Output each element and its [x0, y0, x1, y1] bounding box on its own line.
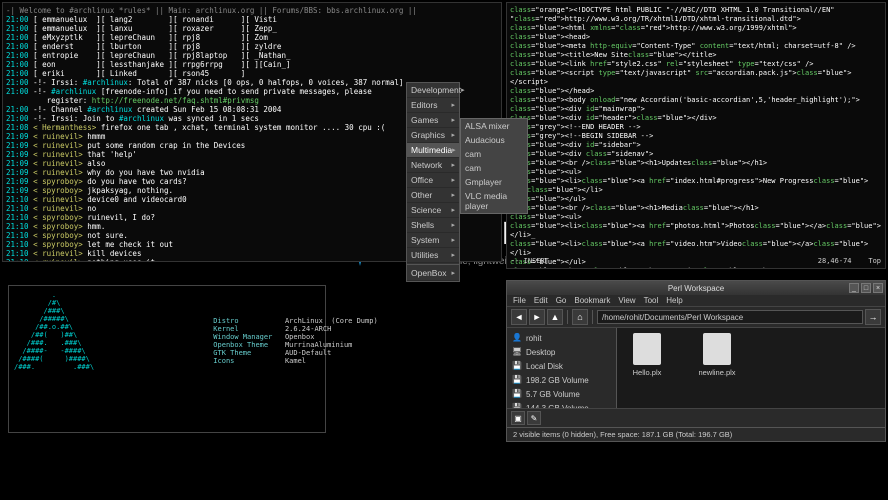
submenu-cam[interactable]: cam — [461, 147, 527, 161]
menu-system[interactable]: System▸ — [407, 233, 459, 248]
fm-menu-bookmark[interactable]: Bookmark — [574, 296, 610, 305]
fm-sidebar: 👤rohit🖥Desktop💾Local Disk💾198.2 GB Volum… — [507, 328, 617, 408]
menu-science[interactable]: Science▸ — [407, 203, 459, 218]
submenu-gmplayer[interactable]: Gmplayer — [461, 175, 527, 189]
fm-menu-tool[interactable]: Tool — [644, 296, 659, 305]
menu-graphics[interactable]: Graphics▸ — [407, 128, 459, 143]
terminal-icon[interactable]: ▣ — [511, 411, 525, 425]
file-Hello-plx[interactable]: Hello.plx — [622, 333, 672, 377]
menu-shells[interactable]: Shells▸ — [407, 218, 459, 233]
menu-utilities[interactable]: Utilities▸ — [407, 248, 459, 263]
home-button[interactable]: ⌂ — [572, 309, 588, 325]
menu-development[interactable]: Development▸ — [407, 83, 459, 98]
submenu-audacious[interactable]: Audacious — [461, 133, 527, 147]
file-manager-window: Perl Workspace _ □ × File Edit Go Bookmark V… — [506, 280, 886, 442]
menu-openbox[interactable]: OpenBox▸ — [407, 266, 459, 281]
back-button[interactable]: ◄ — [511, 309, 527, 325]
fm-title-text: Perl Workspace — [668, 284, 724, 293]
fm-menubar: File Edit Go Bookmark View Tool Help — [507, 295, 885, 307]
fm-menu-view[interactable]: View — [618, 296, 635, 305]
forward-button[interactable]: ► — [529, 309, 545, 325]
sidebar-rohit[interactable]: 👤rohit — [510, 331, 613, 345]
sidebar-5-7-gb-volume[interactable]: 💾5.7 GB Volume — [510, 387, 613, 401]
context-menu: Development▸Editors▸Games▸Graphics▸Multi… — [406, 82, 460, 282]
editor-icon[interactable]: ✎ — [527, 411, 541, 425]
menu-editors[interactable]: Editors▸ — [407, 98, 459, 113]
submenu-vlc-media-player[interactable]: VLC media player — [461, 189, 527, 213]
menu-multimedia[interactable]: Multimedia▸ — [407, 143, 459, 158]
fm-titlebar[interactable]: Perl Workspace _ □ × — [507, 281, 885, 295]
sidebar-144-3-gb-volume[interactable]: 💾144.3 GB Volume — [510, 401, 613, 408]
vim-terminal[interactable]: class="orange"><!DOCTYPE html PUBLIC "-/… — [506, 2, 886, 269]
go-button[interactable]: → — [865, 309, 881, 325]
context-submenu-multimedia: ALSA mixerAudaciouscamcamGmplayerVLC med… — [460, 118, 528, 214]
fm-bottom-toolbar: ▣ ✎ — [507, 408, 885, 427]
sysinfo-terminal[interactable]: . /#\ /###\ /#####\ /##.o.##\ /##( )##\ … — [8, 285, 326, 433]
submenu-alsa-mixer[interactable]: ALSA mixer — [461, 119, 527, 133]
sidebar-desktop[interactable]: 🖥Desktop — [510, 345, 613, 359]
fm-menu-go[interactable]: Go — [556, 296, 567, 305]
up-button[interactable]: ▲ — [547, 309, 563, 325]
menu-network[interactable]: Network▸ — [407, 158, 459, 173]
address-bar[interactable] — [597, 310, 863, 324]
fm-statusbar: 2 visible items (0 hidden), Free space: … — [507, 427, 885, 441]
vim-mode: -- INSERT -- — [511, 257, 562, 266]
fm-content[interactable]: Hello.plx newline.plx — [617, 328, 885, 408]
fm-menu-help[interactable]: Help — [666, 296, 682, 305]
menu-other[interactable]: Other▸ — [407, 188, 459, 203]
fm-menu-edit[interactable]: Edit — [534, 296, 548, 305]
file-newline-plx[interactable]: newline.plx — [692, 333, 742, 377]
maximize-button[interactable]: □ — [861, 283, 871, 293]
sidebar-198-2-gb-volume[interactable]: 💾198.2 GB Volume — [510, 373, 613, 387]
fm-menu-file[interactable]: File — [513, 296, 526, 305]
submenu-cam[interactable]: cam — [461, 161, 527, 175]
fm-toolbar: ◄ ► ▲ ⌂ → — [507, 307, 885, 328]
minimize-button[interactable]: _ — [849, 283, 859, 293]
close-button[interactable]: × — [873, 283, 883, 293]
menu-games[interactable]: Games▸ — [407, 113, 459, 128]
sidebar-local-disk[interactable]: 💾Local Disk — [510, 359, 613, 373]
menu-office[interactable]: Office▸ — [407, 173, 459, 188]
